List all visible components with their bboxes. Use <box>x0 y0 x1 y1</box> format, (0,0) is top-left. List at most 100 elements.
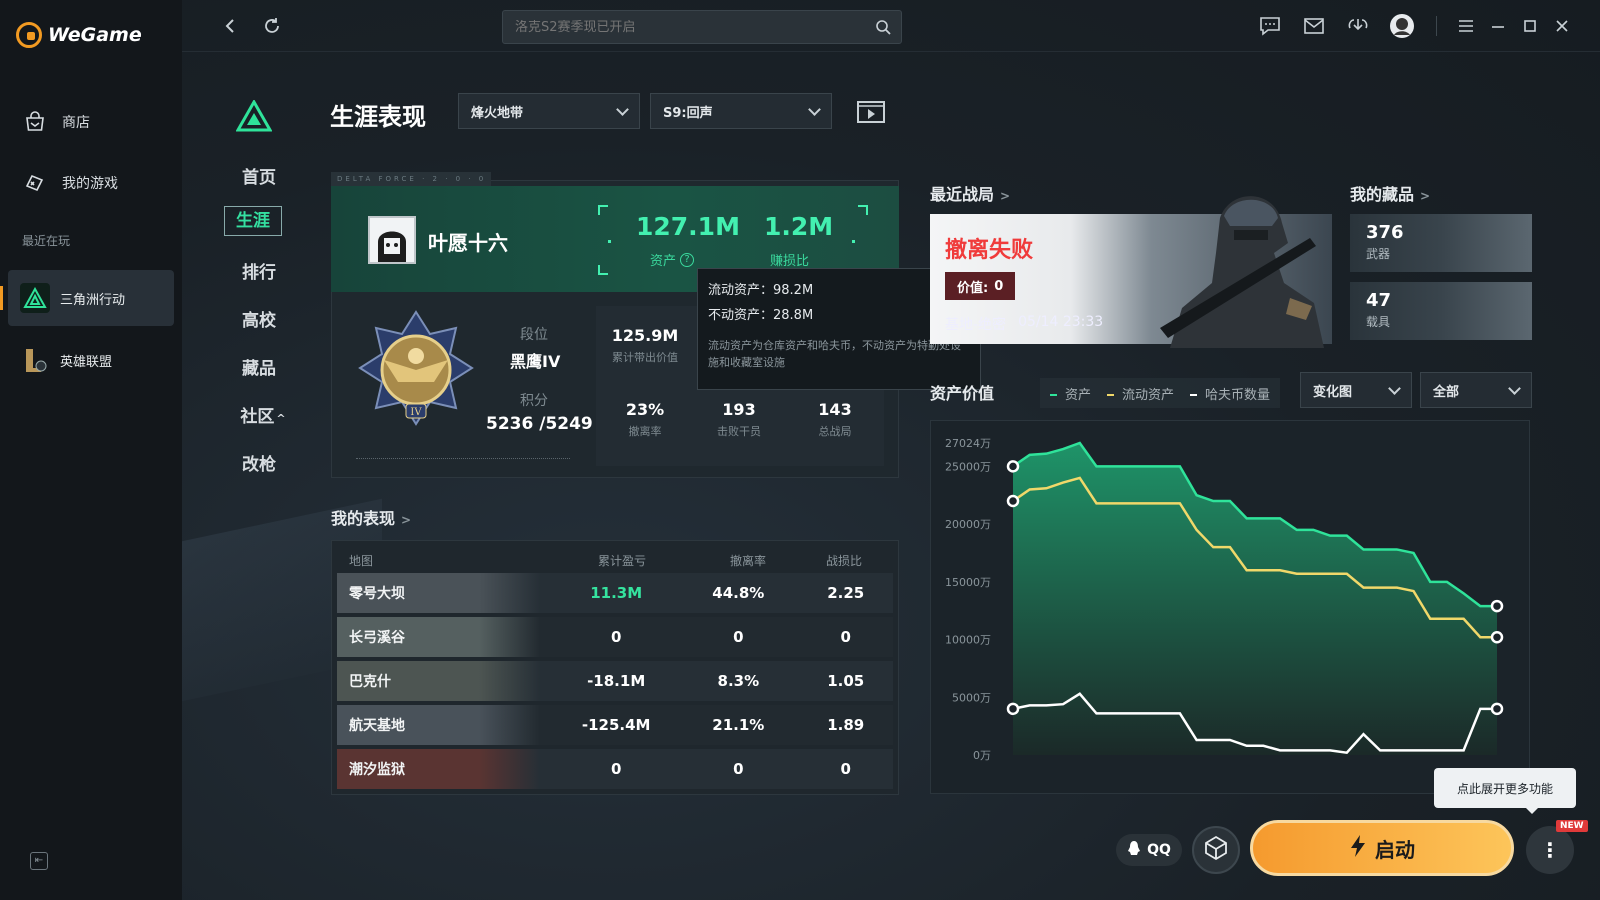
search-input[interactable] <box>515 19 855 35</box>
card-tag: DELTA FORCE · 2 · 0 · 0 · 5 <box>331 172 491 197</box>
legend-liquid: 流动资产 <box>1107 384 1174 403</box>
back-icon[interactable] <box>216 12 244 40</box>
stat-extracted: 125.9M 累计带出价值 <box>611 326 679 364</box>
chevron-down-icon <box>1388 381 1401 395</box>
maximize-icon[interactable] <box>1516 12 1544 40</box>
series-endpoint[interactable] <box>1006 494 1020 508</box>
cell-profit: 11.3M <box>590 584 643 602</box>
sidebar-game-delta-force[interactable]: 三角洲行动 <box>0 270 174 326</box>
points-label: 积分 <box>520 393 548 409</box>
more-options-button[interactable]: ⋮ <box>1526 826 1574 874</box>
match-meta: 基地-绝密 05/14 23:33 <box>945 314 1104 333</box>
cell-kd: 0 <box>840 760 851 778</box>
rank-label: 段位 <box>520 327 548 343</box>
bracket <box>598 205 608 215</box>
mail-icon[interactable] <box>1300 12 1328 40</box>
series-endpoint[interactable] <box>1006 702 1020 716</box>
chart-view-select[interactable]: 变化图 <box>1300 372 1412 408</box>
refresh-icon[interactable] <box>258 12 286 40</box>
table-row[interactable]: 潮汐监狱 0 0 0 <box>337 749 893 789</box>
collection-weapons[interactable]: 376 武器 <box>1350 214 1532 272</box>
lol-icon <box>20 345 50 375</box>
wegame-logo-icon <box>16 22 42 48</box>
nav-collection[interactable]: 藏品 <box>228 354 290 379</box>
assets-area <box>1013 443 1497 755</box>
cell-rate: 0 <box>733 760 744 778</box>
search-icon[interactable] <box>875 19 891 39</box>
chevron-right-icon: > <box>1000 189 1011 203</box>
chevron-down-icon <box>808 102 821 116</box>
minimize-icon[interactable] <box>1484 12 1512 40</box>
series-endpoint[interactable] <box>1490 702 1504 716</box>
divider <box>356 458 570 459</box>
series-endpoint[interactable] <box>1490 599 1504 613</box>
series-endpoint[interactable] <box>1006 460 1020 473</box>
nav-college[interactable]: 高校 <box>228 306 290 331</box>
close-icon[interactable] <box>1548 12 1576 40</box>
collection-title[interactable]: 我的藏品 > <box>1350 181 1430 205</box>
user-avatar[interactable] <box>1388 12 1416 40</box>
cell-rate: 8.3% <box>717 672 760 690</box>
recent-match-title[interactable]: 最近战局 > <box>930 181 1010 205</box>
nav-home[interactable]: 首页 <box>228 163 290 188</box>
cell-rate: 21.1% <box>712 716 765 734</box>
more-features-hint: 点此展开更多功能 <box>1434 768 1576 814</box>
menu-icon[interactable] <box>1452 12 1480 40</box>
bracket <box>598 265 608 275</box>
table-row[interactable]: 巴克什 -18.1M 8.3% 1.05 <box>337 661 893 701</box>
chevron-up-icon: ^ <box>276 412 286 425</box>
cell-profit: 0 <box>610 760 622 778</box>
cell-kd: 2.25 <box>827 584 865 602</box>
cell-rate: 0 <box>733 628 744 646</box>
video-icon[interactable] <box>856 98 886 128</box>
player-avatar <box>368 216 416 264</box>
wegame-logo[interactable]: WeGame <box>16 22 142 48</box>
nav-career[interactable]: 生涯 <box>224 206 282 236</box>
accelerator-button[interactable] <box>1192 826 1240 874</box>
sidebar-item-store[interactable]: 商店 <box>0 102 182 142</box>
mode-select[interactable]: 烽火地带 <box>458 93 640 129</box>
lightning-icon <box>1349 834 1367 863</box>
season-select[interactable]: S9:回声 <box>650 93 832 129</box>
launch-button[interactable]: 启动 <box>1250 820 1514 876</box>
table-row[interactable]: 长弓溪谷 0 0 0 <box>337 617 893 657</box>
chart-range-select[interactable]: 全部 <box>1420 372 1532 408</box>
match-result: 撤离失败 <box>945 238 1034 263</box>
y-tick-label: 20000万 <box>945 518 991 531</box>
legend-swatch <box>1107 394 1115 396</box>
delta-force-logo-icon <box>235 98 273 136</box>
qq-icon <box>1127 840 1141 860</box>
collection-vehicles[interactable]: 47 载具 <box>1350 282 1532 340</box>
sidebar-item-my-games[interactable]: 我的游戏 <box>0 163 182 203</box>
map-name: 航天基地 <box>337 705 541 745</box>
stat-total-matches: 143 总战局 <box>818 400 852 438</box>
assets-value: 127.1M <box>636 212 740 241</box>
match-value-badge: 价值: 0 <box>945 272 1016 300</box>
table-row[interactable]: 航天基地 -125.4M 21.1% 1.89 <box>337 705 893 745</box>
performance-title[interactable]: 我的表现 > <box>331 505 411 529</box>
cell-profit: 0 <box>610 628 622 646</box>
player-name: 叶愿十六 <box>428 231 508 255</box>
nav-rank[interactable]: 排行 <box>228 258 290 283</box>
y-tick-label: 5000万 <box>952 691 991 704</box>
dot <box>852 240 855 243</box>
nav-community[interactable]: 社区 ^ <box>232 402 294 427</box>
download-icon[interactable] <box>1344 12 1372 40</box>
chevron-down-icon <box>616 102 629 116</box>
table-row[interactable]: 零号大坝 11.3M 44.8% 2.25 <box>337 573 893 613</box>
y-tick-label: 27024万 <box>945 437 991 450</box>
sidebar-game-lol[interactable]: 英雄联盟 <box>8 332 174 388</box>
asset-chart: 27024万 25000万 20000万 15000万 10000万 5000万 0万 <box>930 420 1530 794</box>
col-header-profit: 累计盈亏 <box>598 554 647 568</box>
qq-button[interactable]: QQ <box>1116 834 1182 866</box>
cell-kd: 0 <box>840 628 851 646</box>
series-endpoint[interactable] <box>1490 630 1504 644</box>
legend-assets: 资产 <box>1050 384 1091 403</box>
nav-mod[interactable]: 改枪 <box>228 450 290 475</box>
chat-icon[interactable] <box>1256 12 1284 40</box>
search-bar[interactable] <box>502 10 902 44</box>
collapse-sidebar-button[interactable]: ⇤ <box>30 852 48 870</box>
recent-play-label: 最近在玩 <box>22 234 71 248</box>
help-icon[interactable]: ? <box>680 252 695 267</box>
map-name: 潮汐监狱 <box>337 749 541 789</box>
